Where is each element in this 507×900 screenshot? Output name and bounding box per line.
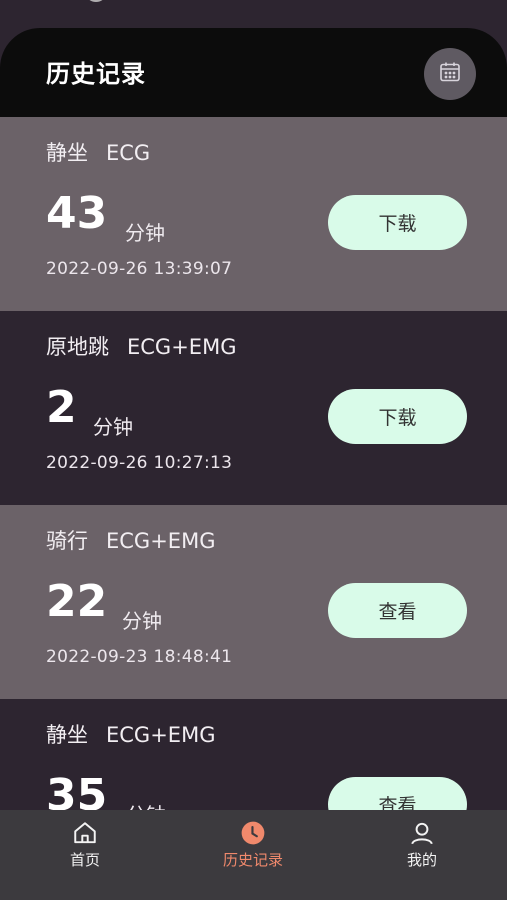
tab-profile[interactable]: 我的 <box>362 820 482 870</box>
duration-unit: 分钟 <box>93 415 133 439</box>
calendar-button[interactable] <box>424 48 476 100</box>
signal-type: ECG+EMG <box>127 335 237 359</box>
signal-type: ECG <box>106 141 151 165</box>
activity-name: 骑行 <box>46 529 88 553</box>
history-card[interactable]: 静坐 ECG 43 分钟 2022-09-26 13:39:07 下载 <box>0 117 507 311</box>
calendar-icon <box>438 60 462 88</box>
tab-label: 历史记录 <box>222 851 283 869</box>
download-button[interactable]: 下载 <box>328 195 467 250</box>
duration-value: 43 <box>46 188 108 239</box>
history-sheet: 历史记录 静坐 ECG 43 分钟 2022-09-26 13:39:07 下载… <box>0 28 507 810</box>
tab-history[interactable]: 历史记录 <box>193 820 313 870</box>
history-card[interactable]: 原地跳 ECG+EMG 2 分钟 2022-09-26 10:27:13 下载 <box>0 311 507 505</box>
tab-label: 首页 <box>69 851 100 869</box>
history-card[interactable]: 骑行 ECG+EMG 22 分钟 2022-09-23 18:48:41 查看 <box>0 505 507 699</box>
card-title: 静坐 ECG <box>46 137 150 167</box>
history-list: 静坐 ECG 43 分钟 2022-09-26 13:39:07 下载 原地跳 EC… <box>0 117 507 810</box>
activity-name: 原地跳 <box>46 335 109 359</box>
activity-name: 静坐 <box>46 723 88 747</box>
home-icon <box>72 820 98 846</box>
duration-value: 22 <box>46 576 108 627</box>
history-card[interactable]: 静坐 ECG+EMG 35 分钟 查看 <box>0 699 507 810</box>
record-timestamp: 2022-09-23 18:48:41 <box>46 647 233 667</box>
activity-name: 静坐 <box>46 141 88 165</box>
card-title: 静坐 ECG+EMG <box>46 719 215 749</box>
tab-home[interactable]: 首页 <box>25 820 145 870</box>
record-timestamp: 2022-09-26 10:27:13 <box>46 453 233 473</box>
page-title: 历史记录 <box>46 60 146 88</box>
view-button[interactable]: 查看 <box>328 777 467 810</box>
clock-icon <box>240 820 266 846</box>
download-button[interactable]: 下载 <box>328 389 467 444</box>
user-icon <box>409 820 435 846</box>
duration-unit: 分钟 <box>122 609 162 633</box>
bottom-tab-bar: 首页 历史记录 我的 <box>0 810 507 900</box>
view-button[interactable]: 查看 <box>328 583 467 638</box>
duration-value: 2 <box>46 382 77 433</box>
duration-value: 35 <box>46 770 108 811</box>
card-title: 骑行 ECG+EMG <box>46 525 215 555</box>
duration-unit: 分钟 <box>126 799 166 810</box>
tab-label: 我的 <box>406 851 437 869</box>
signal-type: ECG+EMG <box>106 723 216 747</box>
page-header: 历史记录 <box>0 28 507 117</box>
signal-type: ECG+EMG <box>106 529 216 553</box>
card-title: 原地跳 ECG+EMG <box>46 331 236 361</box>
duration-unit: 分钟 <box>125 221 165 245</box>
record-timestamp: 2022-09-26 13:39:07 <box>46 259 233 279</box>
status-indicator <box>88 0 104 2</box>
